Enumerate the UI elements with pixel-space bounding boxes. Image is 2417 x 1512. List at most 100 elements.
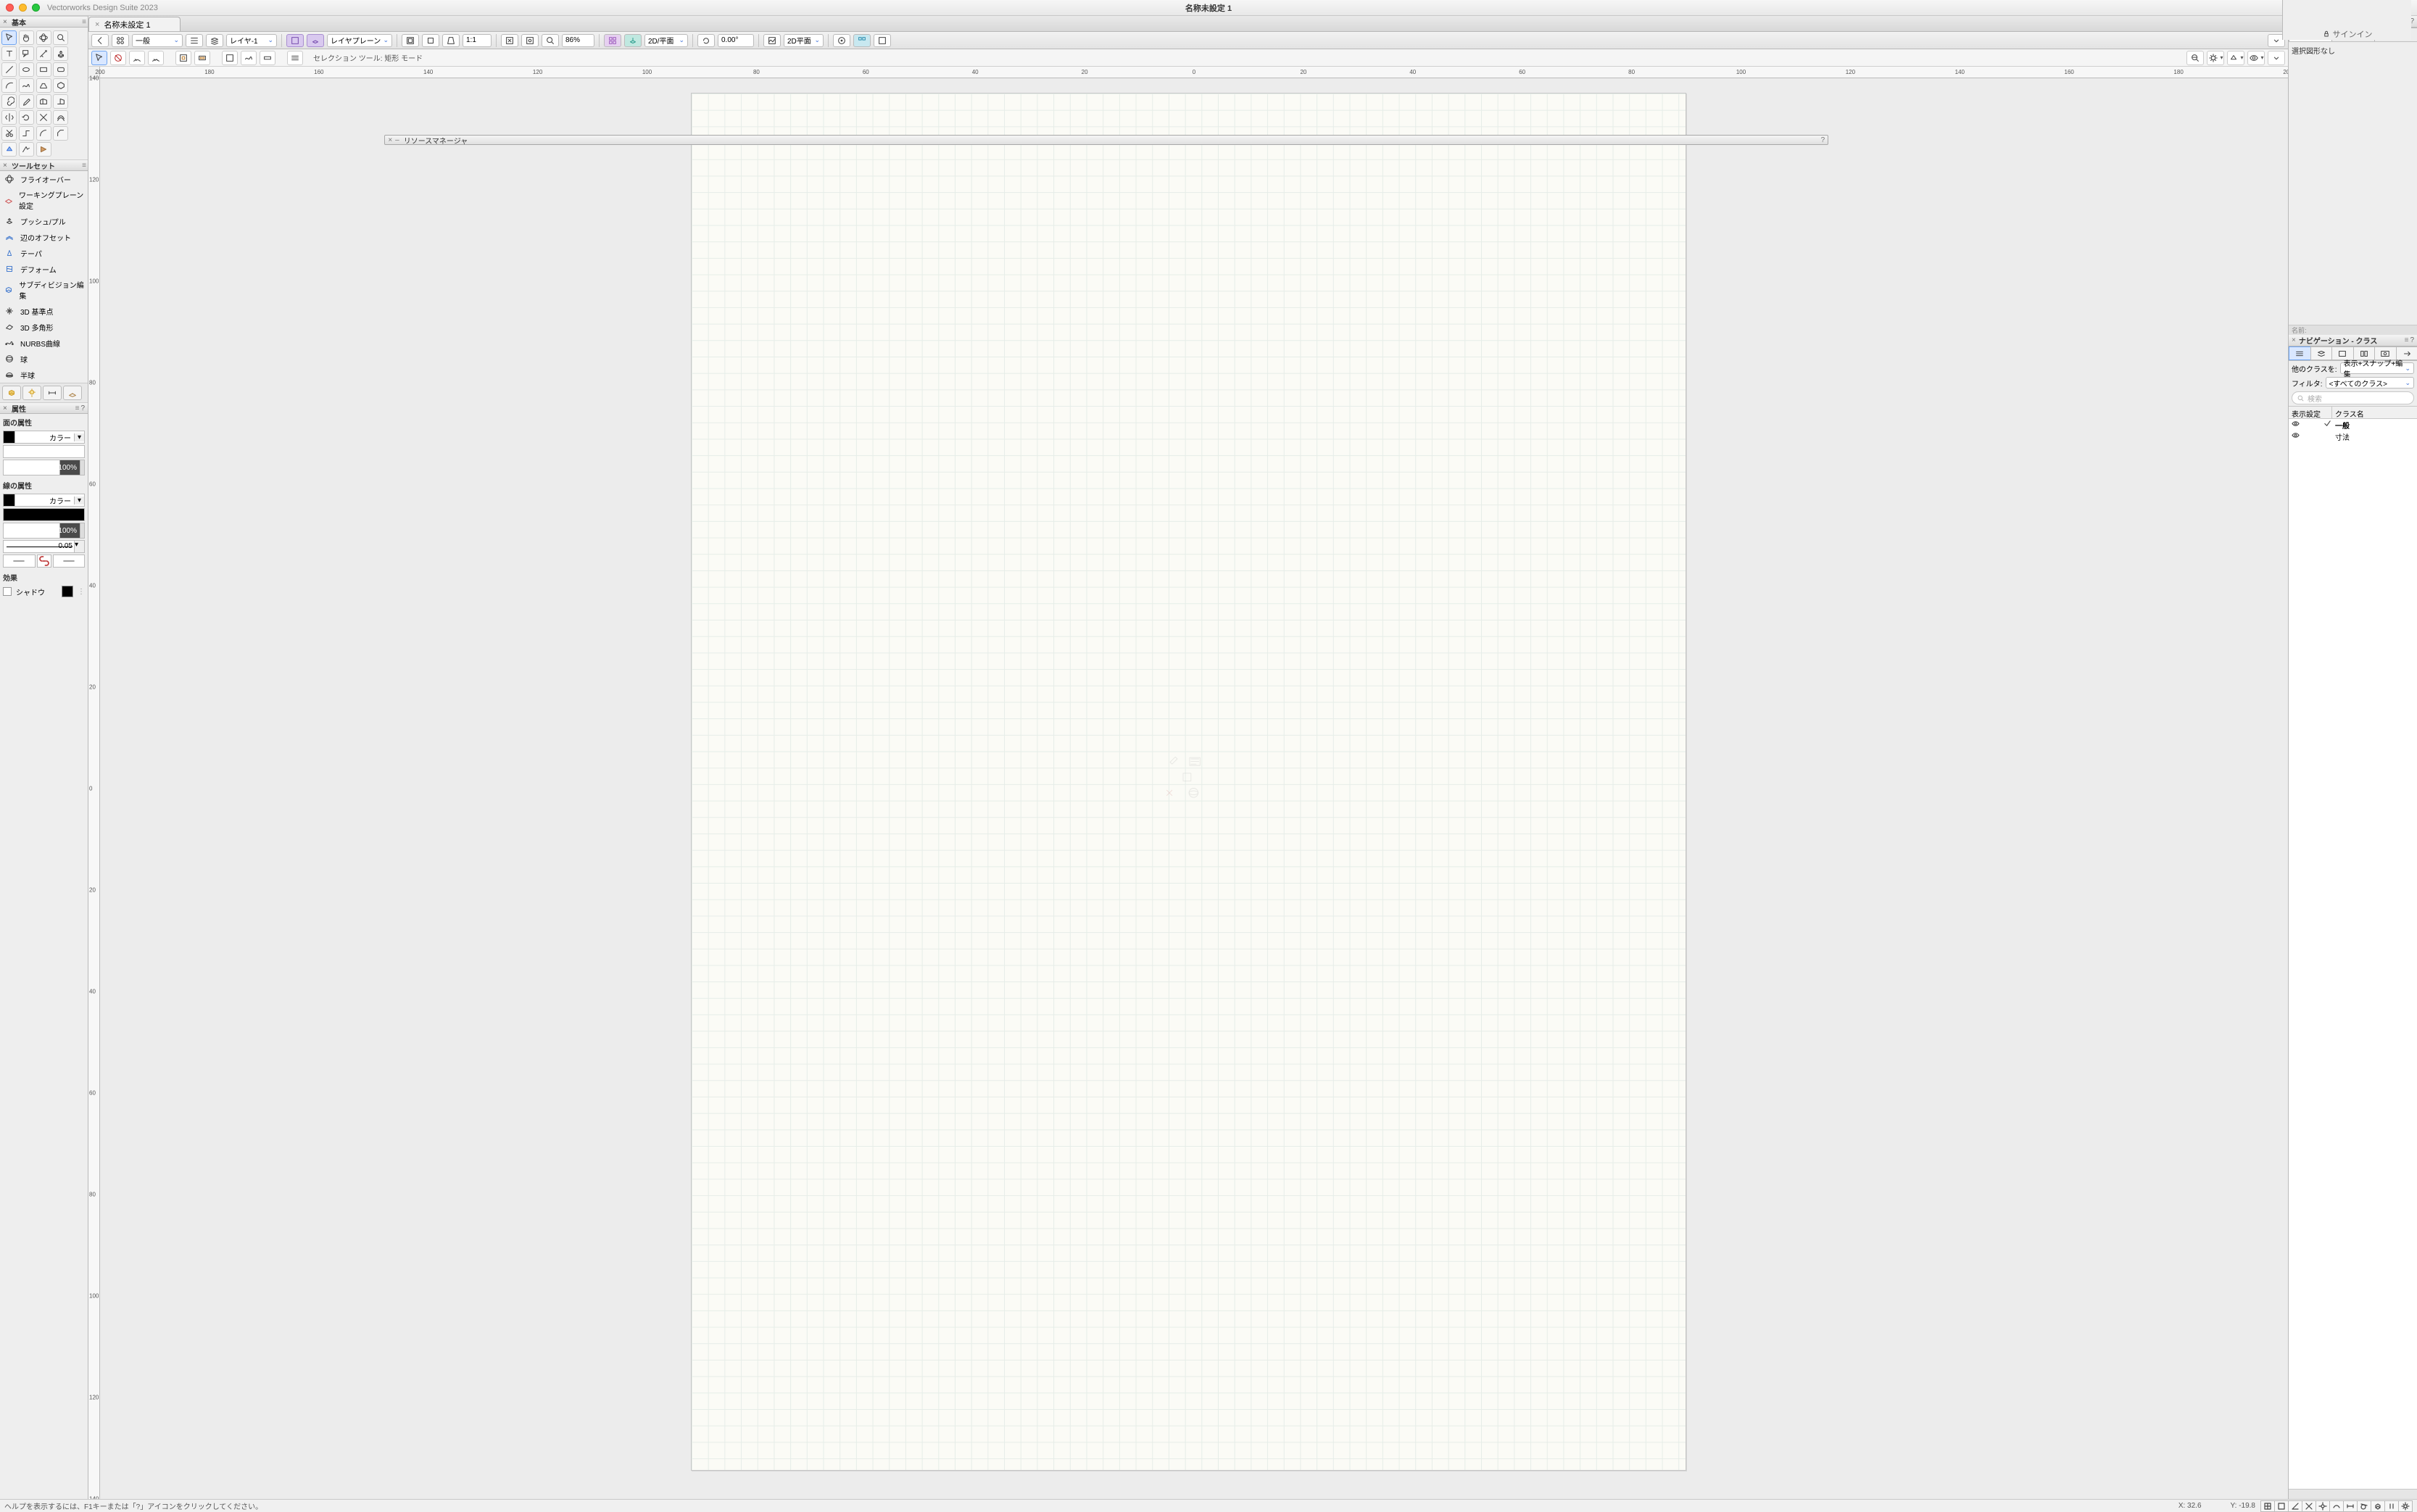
arc-tool[interactable] (1, 78, 17, 93)
line-style-row[interactable] (3, 508, 85, 521)
render-dropdown[interactable]: 2D平面⌄ (784, 34, 824, 47)
connect-tool[interactable] (19, 126, 34, 141)
start-marker[interactable] (3, 554, 36, 568)
attribute-mapping-tool[interactable] (1, 142, 17, 157)
close-icon[interactable]: × (3, 162, 10, 170)
render-icon[interactable] (763, 34, 781, 47)
nav-row[interactable]: 一般 (2289, 419, 2417, 431)
fill-pattern-row[interactable] (3, 445, 85, 458)
mode-prefs[interactable] (287, 51, 303, 65)
zoom-icon[interactable] (542, 34, 559, 47)
toolset-item[interactable]: テーパ (0, 245, 88, 261)
fill-opacity[interactable]: 100% (3, 460, 85, 475)
visibility-icon[interactable] (2292, 420, 2300, 430)
attributes-header[interactable]: × 属性 ≡ ? (0, 402, 88, 414)
view-dropdown[interactable]: 2D/平面⌄ (644, 34, 688, 47)
trim-tool[interactable] (36, 110, 51, 125)
mode-4[interactable] (148, 51, 164, 65)
quick-search[interactable] (2186, 51, 2204, 65)
scale-dropdown[interactable]: 1:1 (463, 34, 492, 47)
help-icon[interactable]: ? (1821, 136, 1825, 144)
line-opacity[interactable]: 100% (3, 523, 85, 539)
layer-dropdown[interactable]: レイヤ-1⌄ (226, 34, 277, 47)
toolset-item[interactable]: 辺のオフセット (0, 229, 88, 245)
toolset-item[interactable]: ワーキングプレーン設定 (0, 187, 88, 213)
palette-menu-icon[interactable]: ≡ (82, 18, 85, 26)
quick-visibility[interactable]: ▾ (2247, 51, 2265, 65)
fit-objects[interactable] (521, 34, 539, 47)
toolset-item[interactable]: デフォーム (0, 261, 88, 277)
scale-icon[interactable] (442, 34, 460, 47)
mode-7[interactable] (222, 51, 238, 65)
rectangle-tool[interactable] (36, 62, 51, 77)
toolset-item[interactable]: プッシュ/プル (0, 213, 88, 229)
mode-9[interactable] (260, 51, 275, 65)
mode-1[interactable] (91, 51, 107, 65)
signin-button[interactable]: サインイン (2322, 28, 2373, 40)
snap-object[interactable] (2274, 1500, 2289, 1512)
mode-8[interactable] (241, 51, 257, 65)
class-options[interactable] (186, 34, 203, 47)
fillet-tool[interactable] (36, 126, 51, 141)
line-mode-dropdown[interactable]: ▾ (74, 497, 84, 504)
snap-distance[interactable] (2343, 1500, 2358, 1512)
mirror-tool[interactable] (1, 110, 17, 125)
zoom-tool[interactable] (53, 30, 68, 45)
ellipse-tool[interactable] (19, 62, 34, 77)
snap-3d[interactable] (2371, 1500, 2385, 1512)
selection-tool[interactable] (1, 30, 17, 45)
close-icon[interactable]: × (3, 18, 10, 26)
nav-col-visibility[interactable]: 表示設定 (2289, 407, 2332, 418)
line-color-row[interactable]: カラー ▾ (3, 494, 85, 507)
quick-prefs[interactable]: ▾ (2207, 51, 2224, 65)
walkthrough-icon[interactable] (833, 34, 850, 47)
fill-mode-dropdown[interactable]: ▾ (74, 433, 84, 441)
close-icon[interactable]: × (3, 404, 10, 412)
plane-dropdown[interactable]: レイヤプレーン⌄ (327, 34, 392, 47)
close-icon[interactable]: × (388, 136, 392, 144)
pan-tool[interactable] (19, 30, 34, 45)
toolset-tab-detail[interactable] (63, 386, 82, 400)
quick-snap[interactable]: ▾ (2227, 51, 2244, 65)
end-marker[interactable] (53, 554, 86, 568)
toolset-item[interactable]: 3D 多角形 (0, 319, 88, 335)
line-swatch[interactable] (4, 494, 15, 506)
zoom-dropdown[interactable]: 86% (562, 34, 594, 47)
document-tab[interactable]: × 名称未設定 1 (88, 17, 181, 31)
active-check-icon[interactable] (2323, 420, 2332, 430)
toolset-item[interactable]: 球 (0, 351, 88, 367)
snap-intersect[interactable] (2302, 1500, 2316, 1512)
palette-menu-icon[interactable]: ≡ (75, 404, 78, 412)
nav-row[interactable]: 寸法 (2289, 431, 2417, 442)
reshape-tool[interactable] (36, 46, 51, 61)
snap-grid[interactable] (2260, 1500, 2275, 1512)
nav-header[interactable]: × ナビゲーション - クラス ≡ ? (2289, 335, 2417, 346)
snap-suspend[interactable] (2384, 1500, 2399, 1512)
visibility-tool[interactable] (19, 142, 34, 157)
stake-tool[interactable] (36, 142, 51, 157)
saved-views[interactable] (112, 34, 129, 47)
clip-cube[interactable] (422, 34, 439, 47)
polygon-tool[interactable] (53, 78, 68, 93)
line-thickness[interactable]: 0.05▾ (3, 540, 85, 553)
mode-6[interactable] (194, 51, 210, 65)
nav-mode-classes[interactable] (2289, 346, 2311, 360)
help-icon[interactable]: ? (2410, 336, 2414, 344)
callout-tool[interactable] (19, 46, 34, 61)
flyover-tool[interactable] (36, 30, 51, 45)
palette-menu-icon[interactable]: ≡ (82, 162, 85, 170)
toolset-item[interactable]: フライオーバー (0, 171, 88, 187)
view-grid-a[interactable] (604, 34, 621, 47)
close-icon[interactable]: × (2292, 336, 2296, 344)
snap-settings[interactable] (2398, 1500, 2413, 1512)
basic-palette-header[interactable]: × 基本 ≡ (0, 16, 88, 28)
toolset-tab-light[interactable] (22, 386, 41, 400)
mode-3[interactable] (129, 51, 145, 65)
shadow-swatch[interactable] (62, 586, 73, 597)
help-icon[interactable]: ? (80, 404, 85, 412)
toolset-item[interactable]: サブディビジョン編集 (0, 277, 88, 303)
class-dropdown[interactable]: 一般⌄ (132, 34, 183, 47)
multiview-icon[interactable] (853, 34, 871, 47)
visibility-icon[interactable] (2292, 431, 2300, 441)
close-window[interactable] (6, 4, 14, 12)
